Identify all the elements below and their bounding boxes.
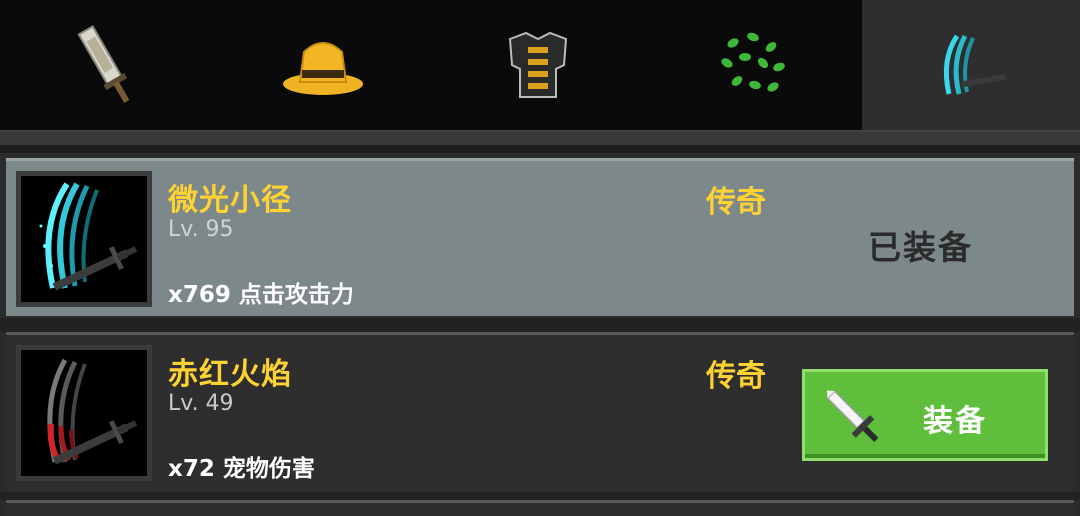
list-item[interactable]: 赤红火焰 Lv. 49 x72 宠物伤害 传奇 装备 xyxy=(6,332,1074,490)
glimmer-trail-icon xyxy=(39,182,138,291)
item-thumbnail xyxy=(16,345,152,481)
list-item[interactable]: 微光小径 Lv. 95 x769 点击攻击力 传奇 已装备 xyxy=(6,158,1074,316)
equip-button-label: 装备 xyxy=(923,404,987,439)
weapon-skin-icon xyxy=(943,34,1006,95)
item-rarity: 传奇 xyxy=(706,185,766,220)
item-name: 赤红火焰 xyxy=(168,357,292,392)
leaves-icon xyxy=(720,32,785,92)
item-level: Lv. 49 xyxy=(168,391,234,416)
equip-button[interactable]: 装备 xyxy=(802,369,1048,461)
equipped-status: 已装备 xyxy=(868,228,973,267)
item-bonus: x72 宠物伤害 xyxy=(168,456,315,482)
tab-armor[interactable] xyxy=(430,0,645,130)
tab-separator-shadow xyxy=(0,145,1080,153)
category-tab-bar xyxy=(0,0,1080,130)
item-bonus: x769 点击攻击力 xyxy=(168,282,354,308)
tab-hats[interactable] xyxy=(215,0,430,130)
row-divider xyxy=(0,318,1080,332)
item-thumbnail xyxy=(16,171,152,307)
item-name: 微光小径 xyxy=(168,183,292,218)
item-rarity: 传奇 xyxy=(706,359,766,394)
sword-icon xyxy=(76,25,129,104)
tab-weapons[interactable] xyxy=(0,0,215,130)
sword-icon xyxy=(826,390,879,443)
item-level: Lv. 95 xyxy=(168,217,234,242)
crimson-flame-icon xyxy=(47,358,138,465)
tab-leaves[interactable] xyxy=(645,0,860,130)
tab-weapon-skins[interactable] xyxy=(862,0,1080,130)
row-divider xyxy=(0,492,1080,500)
armor-icon xyxy=(508,31,567,98)
list-item-partial[interactable] xyxy=(6,500,1074,516)
hat-icon xyxy=(282,42,363,95)
